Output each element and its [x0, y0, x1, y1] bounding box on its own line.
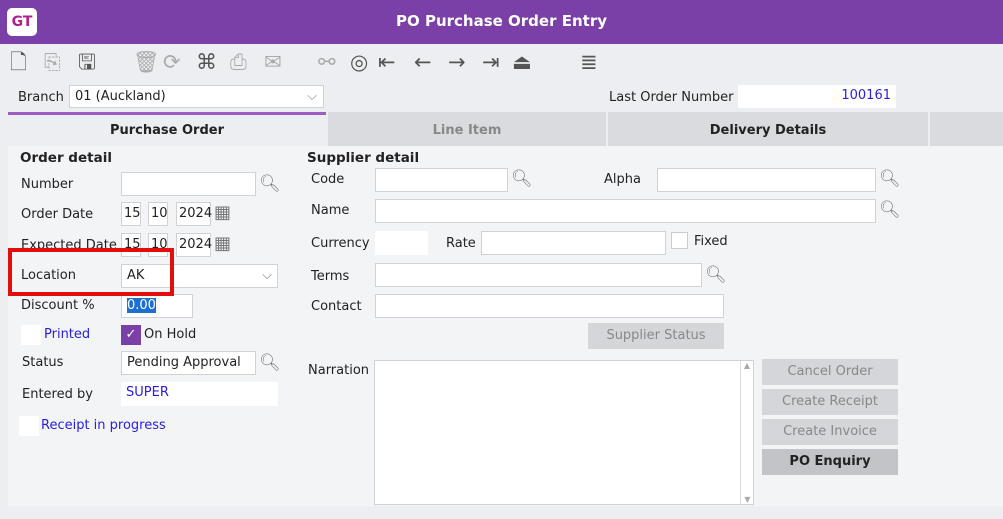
name-label: Name: [311, 203, 350, 218]
contact-input[interactable]: [375, 294, 724, 318]
narration-scrollbar[interactable]: ▲ ▼: [740, 361, 753, 504]
highlight-box: [8, 248, 174, 296]
create-invoice-button[interactable]: Create Invoice: [762, 419, 898, 445]
discount-input[interactable]: 0.00: [121, 294, 193, 318]
receipt-in-progress-label: Receipt in progress: [41, 418, 166, 433]
po-enquiry-button[interactable]: PO Enquiry: [762, 449, 898, 475]
expected-date-year[interactable]: 2024: [176, 233, 212, 257]
currency-input[interactable]: [375, 231, 428, 255]
calendar-icon[interactable]: ▦: [214, 202, 231, 223]
discount-label: Discount %: [21, 298, 95, 313]
tab-line-item[interactable]: Line Item: [328, 112, 606, 147]
workflow-icon[interactable]: ⌘: [196, 48, 217, 76]
entered-by-value: SUPER: [121, 382, 278, 406]
print-icon[interactable]: ⎙: [230, 48, 247, 76]
tab-bar: Purchase Order Line Item Delivery Detail…: [8, 112, 1003, 147]
alpha-input[interactable]: [657, 168, 876, 192]
discount-value: 0.00: [127, 298, 156, 313]
chevron-down-icon: ⌵: [262, 268, 272, 283]
first-record-icon[interactable]: ⇤: [378, 48, 396, 76]
last-order-value: 100161: [738, 85, 896, 108]
save-icon[interactable]: 🖫: [78, 48, 96, 76]
terms-label: Terms: [311, 269, 350, 284]
tab-empty: [930, 112, 1003, 147]
exit-icon[interactable]: ⏏: [512, 48, 532, 76]
status-label: Status: [22, 355, 64, 370]
order-date-label: Order Date: [21, 207, 94, 222]
supplier-status-button[interactable]: Supplier Status: [588, 323, 724, 349]
on-hold-label: On Hold: [144, 327, 197, 342]
copy-icon[interactable]: ⎘: [44, 48, 61, 76]
calendar-icon[interactable]: ▦: [214, 233, 231, 254]
order-date-year[interactable]: 2024: [176, 202, 212, 226]
tab-delivery-details[interactable]: Delivery Details: [608, 112, 928, 147]
code-input[interactable]: [375, 168, 508, 192]
branch-label: Branch: [18, 90, 64, 105]
code-label: Code: [311, 172, 345, 187]
status-input[interactable]: Pending Approval: [121, 351, 256, 375]
next-record-icon[interactable]: →: [448, 48, 466, 76]
chevron-down-icon: ⌵: [307, 89, 317, 104]
search-icon[interactable]: 🔍︎: [259, 351, 281, 375]
terms-input[interactable]: [375, 263, 702, 287]
search-icon[interactable]: 🔍︎: [705, 263, 727, 287]
receipt-in-progress-checkbox[interactable]: [19, 416, 39, 436]
window-title: PO Purchase Order Entry: [395, 12, 607, 30]
refresh-icon[interactable]: ⟳: [163, 48, 181, 76]
delete-icon[interactable]: 🗑: [133, 48, 160, 76]
narration-textarea[interactable]: [374, 360, 754, 505]
currency-label: Currency: [311, 236, 370, 251]
last-record-icon[interactable]: ⇥: [482, 48, 500, 76]
rate-label: Rate: [446, 236, 476, 251]
search-icon[interactable]: 🔍︎: [511, 167, 533, 191]
email-icon[interactable]: ✉: [264, 48, 282, 76]
list-icon[interactable]: ≣: [580, 48, 598, 76]
fixed-checkbox[interactable]: [671, 232, 688, 249]
entered-by-label: Entered by: [22, 387, 93, 402]
search-icon[interactable]: 🔍︎: [879, 198, 901, 222]
search-icon[interactable]: 🔍︎: [259, 172, 281, 196]
search-icon[interactable]: 🔍︎: [879, 167, 901, 191]
branch-select[interactable]: 01 (Auckland) ⌵: [69, 85, 324, 108]
tab-purchase-order[interactable]: Purchase Order: [8, 112, 326, 147]
order-date-month[interactable]: 10: [148, 202, 168, 226]
fixed-label: Fixed: [694, 234, 728, 249]
number-input[interactable]: [121, 172, 256, 196]
on-hold-checkbox[interactable]: ✓: [121, 325, 141, 345]
number-label: Number: [21, 177, 74, 192]
supplier-detail-heading: Supplier detail: [307, 150, 420, 166]
printed-label: Printed: [44, 327, 91, 342]
compass-icon[interactable]: ◎: [350, 48, 368, 76]
name-input[interactable]: [375, 199, 876, 223]
previous-record-icon[interactable]: ←: [414, 48, 432, 76]
cancel-order-button[interactable]: Cancel Order: [762, 359, 898, 385]
branch-value: 01 (Auckland): [75, 89, 166, 104]
new-document-icon[interactable]: 🗋: [10, 48, 27, 76]
last-order-label: Last Order Number: [609, 90, 734, 105]
printed-checkbox[interactable]: [21, 325, 41, 345]
binoculars-icon[interactable]: ⚯: [318, 48, 336, 76]
narration-label: Narration: [308, 363, 370, 378]
contact-label: Contact: [311, 299, 362, 314]
order-detail-heading: Order detail: [20, 150, 112, 166]
create-receipt-button[interactable]: Create Receipt: [762, 389, 898, 415]
order-date-day[interactable]: 15: [121, 202, 141, 226]
alpha-label: Alpha: [604, 172, 641, 187]
rate-input[interactable]: [481, 231, 666, 255]
